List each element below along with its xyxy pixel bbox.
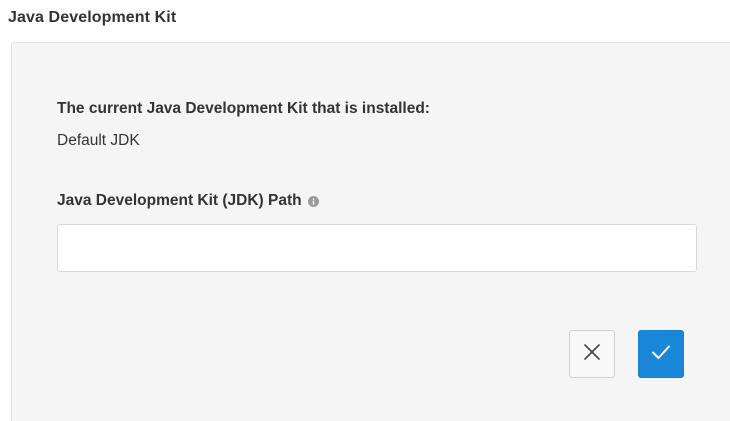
jdk-path-label-row: Java Development Kit (JDK) Path: [57, 192, 319, 210]
installed-jdk-value: Default JDK: [57, 132, 140, 149]
confirm-button[interactable]: [638, 330, 684, 378]
jdk-settings-panel: The current Java Development Kit that is…: [11, 42, 730, 421]
cancel-button[interactable]: [569, 330, 615, 378]
info-icon[interactable]: [307, 196, 319, 207]
check-icon: [651, 344, 671, 365]
installed-jdk-label: The current Java Development Kit that is…: [57, 100, 430, 117]
jdk-path-input[interactable]: [57, 224, 697, 272]
close-icon: [583, 343, 601, 366]
jdk-path-label: Java Development Kit (JDK) Path: [57, 192, 302, 209]
section-title: Java Development Kit: [8, 9, 177, 26]
